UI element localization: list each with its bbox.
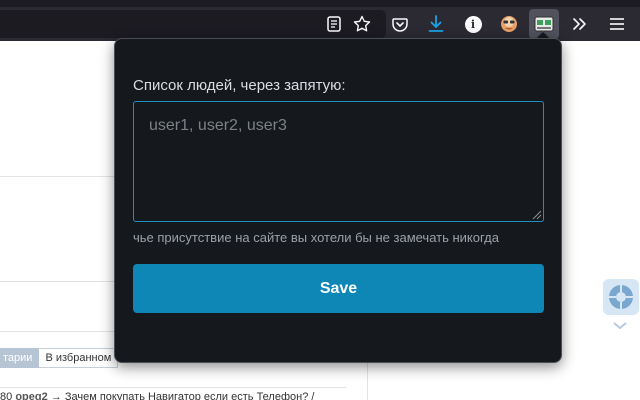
comment-line: 80 ореq2 → Зачем покупать Навигатор если… (0, 391, 345, 400)
menu-icon[interactable] (602, 7, 632, 41)
window-top-strip (0, 0, 640, 7)
tab-comments[interactable]: тарии (0, 348, 40, 368)
download-icon[interactable] (421, 7, 451, 41)
chevron-down-icon[interactable] (613, 317, 627, 333)
comment-user[interactable]: ореq2 (15, 391, 47, 400)
divider (0, 176, 120, 177)
divider (0, 281, 120, 282)
page-tabs: тарии В избранном (0, 348, 119, 368)
people-list-input[interactable] (133, 101, 544, 222)
comment-text[interactable]: → Зачем покупать Навигатор если есть Тел… (51, 391, 315, 400)
people-list-hint: чье присутствие на сайте вы хотели бы не… (133, 230, 499, 245)
avatar-extension-icon[interactable] (494, 7, 524, 41)
overflow-chevrons-icon[interactable] (565, 7, 595, 41)
bookmark-star-icon[interactable] (347, 7, 377, 41)
divider (0, 331, 120, 332)
tab-favorites[interactable]: В избранном (39, 348, 119, 368)
people-list-label: Список людей, через запятую: (133, 77, 346, 94)
extension-popup: Список людей, через запятую: чье присутс… (114, 38, 562, 363)
save-button[interactable]: Save (133, 264, 544, 313)
pocket-icon[interactable] (385, 7, 415, 41)
comment-prefix: 80 (0, 391, 13, 400)
scroll-widget-icon[interactable] (603, 279, 639, 315)
reader-view-icon[interactable] (319, 7, 349, 41)
info-icon[interactable]: i (458, 7, 488, 41)
